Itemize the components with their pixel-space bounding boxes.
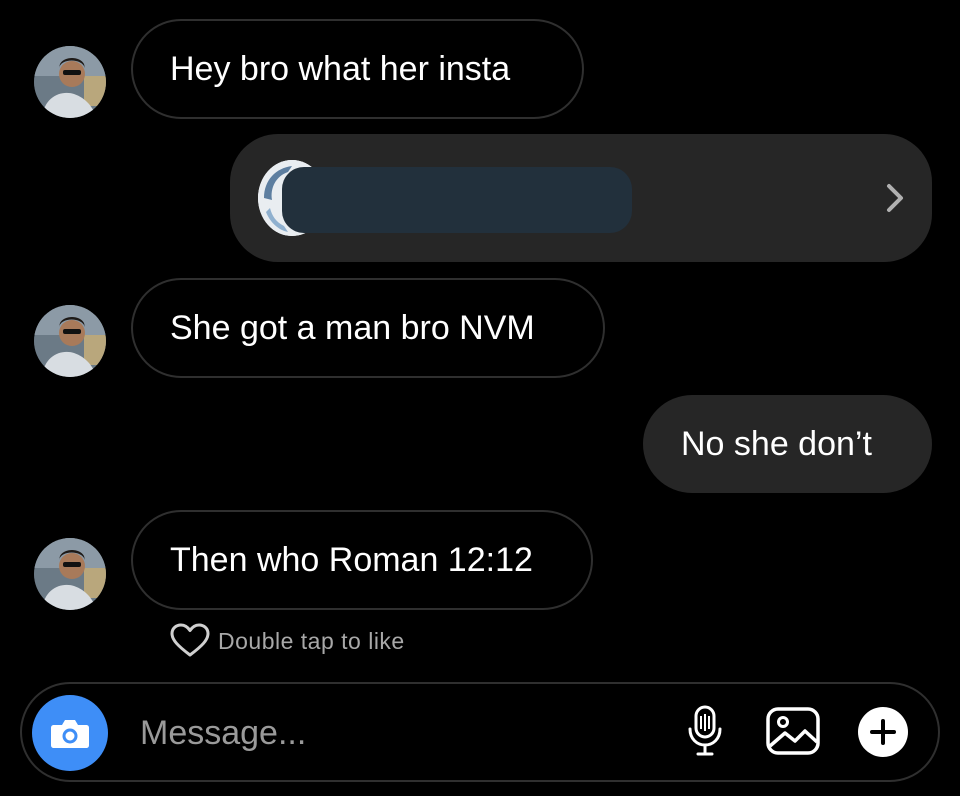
heart-icon[interactable]	[168, 623, 212, 659]
message-text: Then who Roman 12:12	[170, 540, 533, 579]
redacted-profile-name	[282, 167, 632, 233]
outgoing-message-bubble[interactable]: No she don’t	[643, 395, 932, 493]
message-text: She got a man bro NVM	[170, 308, 535, 347]
incoming-message-bubble[interactable]: She got a man bro NVM	[131, 278, 605, 378]
message-input[interactable]	[140, 708, 640, 758]
gallery-button[interactable]	[764, 705, 822, 757]
incoming-message-bubble[interactable]: Then who Roman 12:12	[131, 510, 593, 610]
avatar[interactable]	[34, 305, 106, 377]
message-text: No she don’t	[681, 424, 872, 463]
gallery-icon	[766, 707, 820, 755]
camera-button[interactable]	[32, 695, 108, 771]
plus-icon	[870, 719, 896, 745]
like-hint-text: Double tap to like	[218, 627, 405, 654]
voice-message-button[interactable]	[684, 703, 726, 759]
avatar-photo	[34, 305, 106, 377]
microphone-icon	[688, 705, 722, 756]
message-text: Hey bro what her insta	[170, 49, 511, 88]
chevron-right-icon[interactable]	[880, 180, 910, 216]
more-options-button[interactable]	[858, 707, 908, 757]
camera-icon	[51, 720, 89, 748]
avatar[interactable]	[34, 46, 106, 118]
like-hint[interactable]: Double tap to like	[168, 623, 405, 659]
avatar-photo	[34, 538, 106, 610]
incoming-message-bubble[interactable]: Hey bro what her insta	[131, 19, 584, 119]
avatar-photo	[34, 46, 106, 118]
avatar[interactable]	[34, 538, 106, 610]
